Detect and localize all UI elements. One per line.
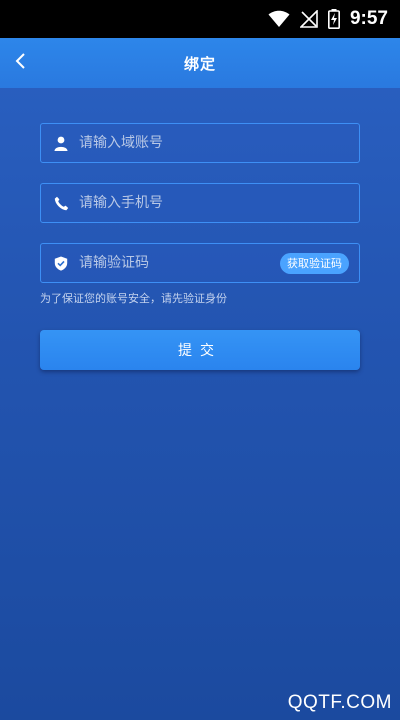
wifi-icon xyxy=(268,10,290,28)
no-signal-icon xyxy=(299,10,318,28)
submit-button[interactable]: 提交 xyxy=(40,330,360,370)
domain-account-input[interactable] xyxy=(69,124,359,162)
status-time: 9:57 xyxy=(349,8,388,29)
phone-field xyxy=(40,183,360,223)
phone-icon xyxy=(53,195,69,211)
watermark: QQTF.COM xyxy=(287,692,392,713)
status-bar: 9:57 xyxy=(0,0,400,38)
phone-input[interactable] xyxy=(69,184,359,222)
user-icon xyxy=(53,135,69,151)
domain-account-field xyxy=(40,123,360,163)
security-hint: 为了保证您的账号安全，请先验证身份 xyxy=(40,292,227,305)
verification-code-field: 获取验证码 xyxy=(40,243,360,283)
chevron-left-icon xyxy=(15,53,27,73)
battery-charging-icon xyxy=(327,9,340,29)
get-code-button[interactable]: 获取验证码 xyxy=(280,253,349,274)
back-button[interactable] xyxy=(6,48,36,78)
page-title: 绑定 xyxy=(183,54,216,73)
shield-icon xyxy=(53,255,69,271)
app-bar: 绑定 xyxy=(0,38,400,88)
